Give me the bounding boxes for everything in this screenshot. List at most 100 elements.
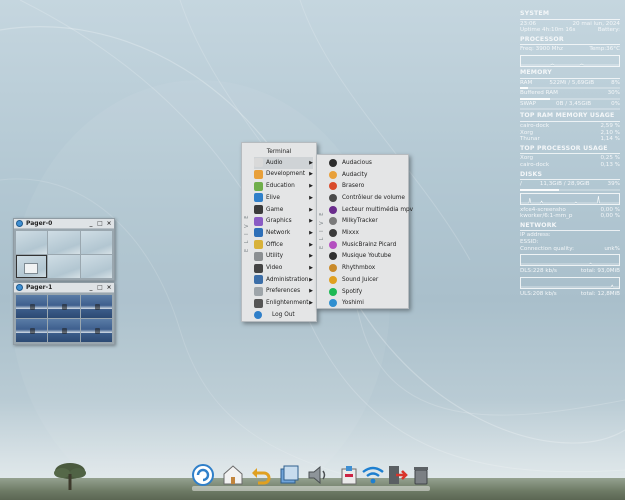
- menu-item-video[interactable]: Video ▶: [254, 262, 313, 274]
- top-cpu-header: TOP PROCESSOR USAGE: [520, 144, 608, 152]
- submenu-item[interactable]: Lecteur multimédia mpv: [329, 204, 413, 216]
- desktop-thumbnail[interactable]: [80, 295, 112, 318]
- pager-0-window[interactable]: Pager-0 _ □ ×: [13, 218, 115, 281]
- trash-icon[interactable]: [408, 462, 434, 488]
- submenu-item[interactable]: Sound Juicer: [329, 274, 405, 286]
- download-total: total: 93,0MiB: [580, 268, 620, 275]
- submenu-item[interactable]: Rhythmbox: [329, 262, 405, 274]
- menu-item-education[interactable]: Education ▶: [254, 180, 313, 192]
- desktop-thumbnail[interactable]: [80, 319, 112, 342]
- processor-header: PROCESSOR: [520, 35, 564, 43]
- undo-arrow-icon[interactable]: [248, 462, 274, 488]
- submenu-item[interactable]: Spotify: [329, 286, 405, 298]
- submenu-arrow-icon: ▶: [309, 241, 313, 248]
- submenu-item[interactable]: Musique Youtube: [329, 251, 405, 263]
- submenu-item[interactable]: Audacious: [329, 157, 405, 169]
- menu-item-audio[interactable]: Audio ▶: [254, 157, 313, 169]
- submenu-item-label: Musique Youtube: [342, 253, 392, 260]
- upload-rate: ULS:208 kb/s: [520, 290, 557, 297]
- menu-item-enlightenment[interactable]: Enlightenment ▶: [254, 297, 313, 309]
- submenu-item[interactable]: MilkyTracker: [329, 216, 405, 228]
- pager-0-titlebar[interactable]: Pager-0 _ □ ×: [14, 219, 114, 229]
- top-ram-value: 2,10 %: [600, 129, 620, 136]
- app-icon: [329, 158, 337, 167]
- top-cpu-value: 0,13 %: [600, 161, 620, 168]
- buffered-label: Buffered RAM: [520, 90, 558, 97]
- logout-icon[interactable]: [384, 462, 410, 488]
- wifi-icon[interactable]: [360, 462, 386, 488]
- menu-item-elive[interactable]: Elive ▶: [254, 192, 313, 204]
- files-icon[interactable]: [276, 462, 302, 488]
- close-button[interactable]: ×: [106, 284, 112, 291]
- menu-item-label: Video: [266, 265, 283, 272]
- top-ram-name: Thunar: [520, 136, 540, 143]
- menu-brand-text: E L I V E: [244, 213, 250, 253]
- upload-graph: [520, 276, 620, 289]
- menu-item-administration[interactable]: Administration ▶: [254, 274, 313, 286]
- disks-header: DISKS: [520, 170, 543, 178]
- swap-bar: [520, 108, 620, 111]
- desktop-thumbnail[interactable]: [48, 231, 80, 254]
- menu-item-network[interactable]: Network ▶: [254, 227, 313, 239]
- desktop-thumbnail[interactable]: [80, 255, 112, 278]
- desktop-thumbnail[interactable]: [16, 295, 48, 318]
- top-ram-value: 1,14 %: [600, 136, 620, 143]
- app-icon: [329, 264, 337, 273]
- battery: Battery:: [597, 27, 620, 34]
- elive-icon[interactable]: [190, 462, 216, 488]
- minimize-button[interactable]: _: [88, 284, 94, 291]
- maximize-button[interactable]: □: [97, 220, 103, 227]
- volume-icon[interactable]: [304, 462, 330, 488]
- submenu-arrow-icon: ▶: [309, 206, 313, 213]
- window-thumbnail[interactable]: [24, 263, 38, 274]
- divider: [520, 77, 620, 79]
- submenu-item[interactable]: MusicBrainz Picard: [329, 239, 405, 251]
- desktop-thumbnail[interactable]: [48, 255, 80, 278]
- desktop-thumbnail[interactable]: [48, 295, 80, 318]
- disk-io-name: kworker/6:1-mm_p: [520, 213, 573, 220]
- desktop-thumbnail[interactable]: [48, 319, 80, 342]
- top-ram-value: 2,59 %: [600, 122, 620, 129]
- menu-item-terminal[interactable]: Terminal: [242, 146, 316, 157]
- submenu-item-label: Audacious: [342, 159, 372, 166]
- top-ram-header: TOP RAM MEMORY USAGE: [520, 112, 615, 120]
- elive-category-icon: [254, 193, 263, 203]
- menu-item-game[interactable]: Game ▶: [254, 204, 313, 216]
- menu-item-development[interactable]: Development ▶: [254, 169, 313, 181]
- ram-bar: [520, 87, 620, 90]
- dock: [186, 458, 436, 496]
- desktop-thumbnail-active[interactable]: [16, 255, 48, 278]
- menu-item-preferences[interactable]: Preferences ▶: [254, 286, 313, 298]
- uptime: Uptime 4h:10m 16s: [520, 27, 576, 34]
- menu-item-graphics[interactable]: Graphics ▶: [254, 216, 313, 228]
- home-folder-icon[interactable]: [220, 462, 246, 488]
- desktop-thumbnail[interactable]: [16, 319, 48, 342]
- submenu-item[interactable]: Audacity: [329, 169, 405, 181]
- close-button[interactable]: ×: [106, 220, 112, 227]
- submenu-item[interactable]: Brasero: [329, 180, 405, 192]
- submenu-item[interactable]: Mixxx: [329, 227, 405, 239]
- top-ram-name: Xorg: [520, 129, 534, 136]
- system-header: SYSTEM: [520, 10, 550, 17]
- audio-submenu: E L I V E Audacious Audacity Brasero Contrô…: [316, 154, 413, 309]
- menu-item-logout[interactable]: Log Out: [254, 309, 316, 320]
- menu-item-label: Administration: [266, 276, 309, 283]
- quality-label: Connection quality:: [520, 245, 575, 252]
- pager-1-titlebar[interactable]: Pager-1 _ □ ×: [14, 283, 114, 293]
- desktop-thumbnail[interactable]: [80, 231, 112, 254]
- package-icon[interactable]: [336, 462, 362, 488]
- submenu-item[interactable]: Contrôleur de volume: [329, 192, 405, 204]
- submenu-arrow-icon: ▶: [309, 229, 313, 236]
- maximize-button[interactable]: □: [97, 284, 103, 291]
- download-graph: [520, 254, 620, 267]
- elive-icon: [16, 284, 23, 291]
- submenu-item[interactable]: Yoshimi: [329, 297, 405, 309]
- audio-category-icon: [254, 158, 263, 168]
- app-icon: [329, 205, 337, 214]
- pager-1-window[interactable]: Pager-1 _ □ ×: [13, 282, 115, 345]
- top-ram-name: cairo-dock: [520, 122, 550, 129]
- menu-item-utility[interactable]: Utility ▶: [254, 251, 313, 263]
- desktop-thumbnail[interactable]: [16, 231, 48, 254]
- minimize-button[interactable]: _: [88, 220, 94, 227]
- menu-item-office[interactable]: Office ▶: [254, 239, 313, 251]
